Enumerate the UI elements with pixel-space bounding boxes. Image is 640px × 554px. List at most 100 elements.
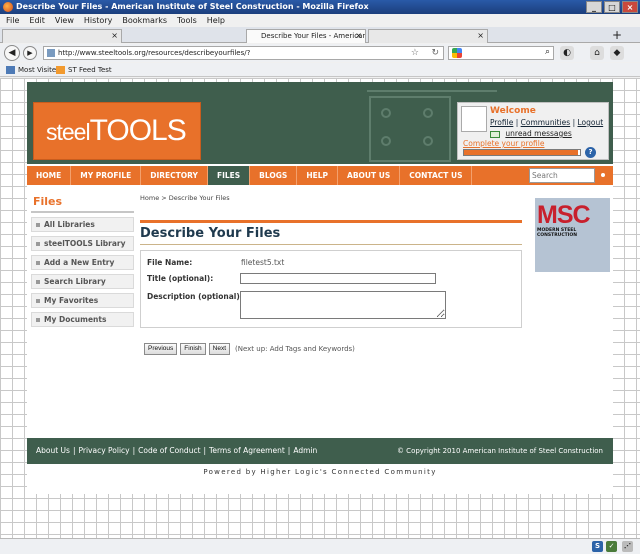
new-tab-button[interactable]: + (612, 29, 622, 41)
sidebar-item-label: Search Library (44, 277, 106, 286)
msc-advertisement[interactable]: MSC MODERN STEEL CONSTRUCTION (535, 198, 610, 272)
addon-icon[interactable]: ◐ (560, 46, 574, 60)
menu-history[interactable]: History (84, 14, 112, 27)
site-search-input[interactable]: Search (529, 168, 595, 183)
logo-tools-text: TOOLS (89, 114, 187, 147)
footer-terms-of-agreement[interactable]: Terms of Agreement (209, 446, 285, 455)
nav-about-us[interactable]: ABOUT US (338, 166, 401, 185)
footer-admin[interactable]: Admin (293, 446, 317, 455)
logout-link[interactable]: Logout (578, 118, 604, 127)
help-icon[interactable]: ? (585, 147, 596, 158)
sidebar-item-search-library[interactable]: Search Library (31, 274, 134, 289)
bullet-icon (36, 223, 40, 227)
bookmark-most-visited[interactable]: Most Visited (6, 63, 61, 77)
bookmark-st-feed[interactable]: ST Feed Test (56, 63, 112, 77)
forward-arrow-icon[interactable]: ▶ (23, 46, 37, 60)
tab-strip: × Describe Your Files - American I... × … (0, 27, 640, 43)
title-label: Title (optional): (147, 274, 214, 283)
ad-brand: MSC (537, 201, 591, 229)
hinge-graphic (369, 96, 451, 162)
bullet-icon (36, 318, 40, 322)
status-bar: S ✓ ⋰ (0, 538, 640, 554)
menu-file[interactable]: File (6, 14, 19, 27)
footer-privacy-policy[interactable]: Privacy Policy (79, 446, 130, 455)
most-visited-icon (6, 66, 15, 74)
minimize-button[interactable]: _ (586, 1, 602, 13)
addon-status-icon[interactable]: ✓ (606, 541, 617, 552)
web-search-box[interactable]: ⌕ (448, 46, 554, 60)
bolt-icon (423, 136, 433, 146)
mail-icon (490, 130, 500, 138)
close-tab-icon[interactable]: × (355, 30, 362, 42)
rss-feed-icon (56, 66, 65, 74)
bookmark-star-icon[interactable]: ☆ (411, 47, 419, 59)
title-input[interactable] (240, 273, 436, 284)
profile-link[interactable]: Profile (490, 118, 513, 127)
nav-help[interactable]: HELP (297, 166, 339, 185)
footer-code-of-conduct[interactable]: Code of Conduct (138, 446, 200, 455)
ad-subtitle: MODERN STEEL CONSTRUCTION (537, 228, 577, 238)
menu-view[interactable]: View (55, 14, 74, 27)
search-icon[interactable]: ⌕ (545, 47, 550, 57)
page-title: Describe Your Files (140, 226, 281, 241)
finish-button[interactable]: Finish (180, 343, 206, 355)
steeltools-logo[interactable]: steelTOOLS (33, 102, 201, 160)
nav-contact-us[interactable]: CONTACT US (400, 166, 473, 185)
unread-messages-row[interactable]: unread messages (490, 129, 572, 138)
home-icon[interactable]: ⌂ (590, 46, 604, 60)
browser-tab-1[interactable]: × (2, 29, 122, 43)
sidebar-item-add-new-entry[interactable]: Add a New Entry (31, 255, 134, 270)
browser-tab-active[interactable]: Describe Your Files - American I... × (246, 29, 366, 43)
browser-tab-3[interactable]: × (368, 29, 488, 43)
site-container: steelTOOLS Welcome Profile | Communities… (27, 82, 613, 494)
addon-orange-icon[interactable]: ◆ (610, 46, 624, 60)
next-button[interactable]: Next (208, 343, 231, 355)
close-tab-icon[interactable]: × (477, 30, 484, 42)
description-label: Description (optional): (147, 292, 243, 301)
footer-about-us[interactable]: About Us (36, 446, 70, 455)
skype-icon[interactable]: S (592, 541, 603, 552)
nav-files[interactable]: FILES (207, 166, 251, 185)
google-icon (452, 48, 462, 58)
bolt-icon (381, 136, 391, 146)
avatar[interactable] (461, 106, 487, 132)
tab-label: Describe Your Files - American I... (261, 32, 366, 40)
close-window-button[interactable]: × (622, 1, 638, 13)
nav-my-profile[interactable]: MY PROFILE (71, 166, 142, 185)
menu-bookmarks[interactable]: Bookmarks (122, 14, 167, 27)
next-step-note: (Next up: Add Tags and Keywords) (235, 345, 355, 353)
back-arrow-icon[interactable]: ◀ (4, 45, 20, 61)
nav-home[interactable]: HOME (27, 166, 72, 185)
bookmarks-toolbar: Most Visited ST Feed Test (0, 63, 640, 77)
complete-profile-link[interactable]: Complete your profile (463, 139, 544, 148)
menu-tools[interactable]: Tools (177, 14, 197, 27)
sidebar-item-label: steelTOOLS Library (44, 239, 126, 248)
nav-blogs[interactable]: BLOGS (250, 166, 298, 185)
sidebar-item-my-documents[interactable]: My Documents (31, 312, 134, 327)
powered-by[interactable]: Powered by Higher Logic's Connected Comm… (27, 468, 613, 476)
search-go-icon[interactable] (601, 173, 605, 177)
describe-files-form: File Name: filetest5.txt Title (optional… (140, 250, 522, 328)
bullet-icon (36, 299, 40, 303)
nav-directory[interactable]: DIRECTORY (141, 166, 208, 185)
sidebar-item-my-favorites[interactable]: My Favorites (31, 293, 134, 308)
resize-grip-icon[interactable]: ⋰ (622, 541, 633, 552)
close-tab-icon[interactable]: × (111, 30, 118, 42)
menu-edit[interactable]: Edit (29, 14, 45, 27)
previous-button[interactable]: Previous (144, 343, 178, 355)
maximize-button[interactable]: □ (604, 1, 620, 13)
menu-help[interactable]: Help (207, 14, 225, 27)
reload-icon[interactable]: ↻ (431, 47, 439, 59)
breadcrumb[interactable]: Home > Describe Your Files (140, 194, 230, 202)
sidebar-item-steeltools-library[interactable]: steelTOOLS Library (31, 236, 134, 251)
sidebar-item-all-libraries[interactable]: All Libraries (31, 217, 134, 232)
url-bar[interactable]: http://www.steeltools.org/resources/desc… (43, 46, 444, 60)
welcome-title: Welcome (490, 106, 536, 116)
welcome-links: Profile | Communities | Logout (490, 118, 604, 127)
description-input[interactable] (240, 291, 446, 319)
communities-link[interactable]: Communities (521, 118, 571, 127)
unread-messages-link[interactable]: unread messages (505, 129, 571, 138)
bullet-icon (36, 242, 40, 246)
navigation-toolbar: ◀ ▶ http://www.steeltools.org/resources/… (0, 44, 640, 62)
page-viewport: steelTOOLS Welcome Profile | Communities… (0, 78, 640, 538)
